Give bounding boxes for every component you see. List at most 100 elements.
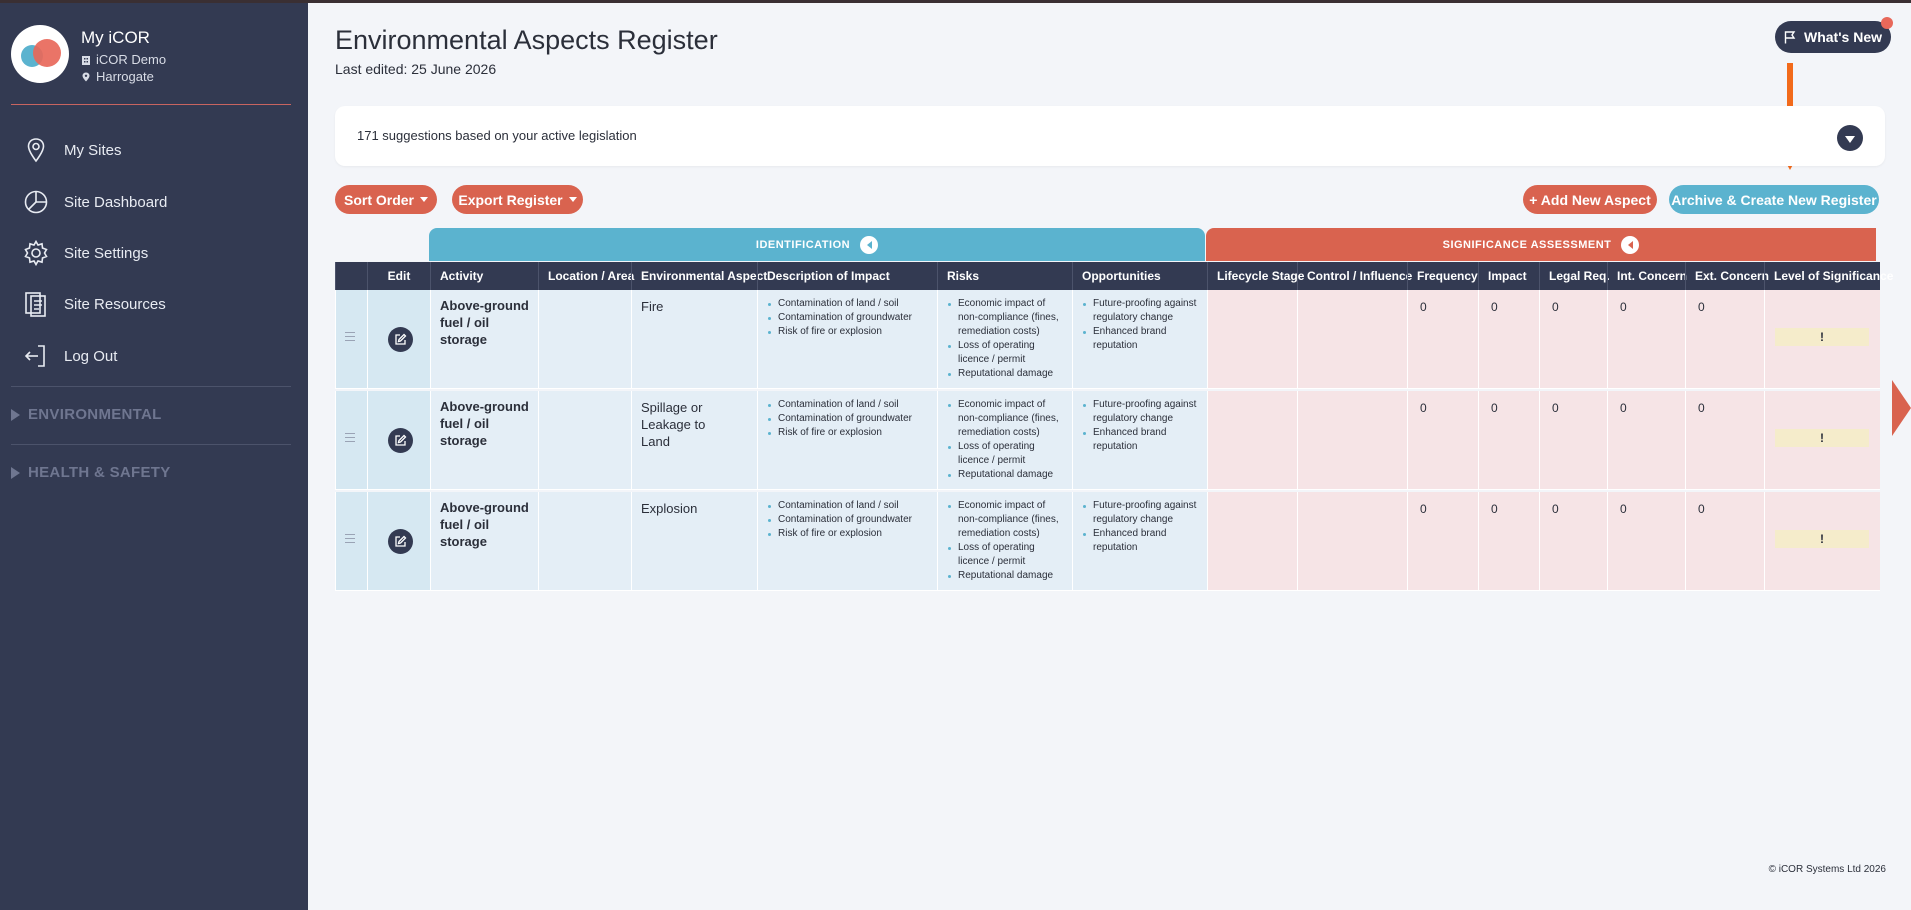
opportunities-list: Future-proofing against regulatory chang… (1083, 297, 1208, 353)
cell-lifecycle (1207, 391, 1297, 490)
cell-aspect: Fire (631, 290, 757, 389)
section-health-safety[interactable]: HEALTH & SAFETY (11, 464, 171, 481)
activity-text: Above-ground fuel / oil storage (440, 399, 529, 448)
cell-legal: 0 (1539, 290, 1607, 389)
whats-new-button[interactable]: What's New (1775, 17, 1893, 53)
edit-row-button[interactable] (388, 529, 413, 554)
sidebar-item-my-sites[interactable]: My Sites (22, 136, 122, 164)
list-item: Contamination of land / soil (768, 297, 938, 311)
drag-handle-icon[interactable] (345, 332, 355, 344)
cell-drag (335, 492, 367, 591)
profile-org: iCOR Demo (96, 52, 167, 67)
column-header-impact_score: Impact (1478, 262, 1539, 290)
cell-lifecycle (1207, 492, 1297, 591)
edit-row-button[interactable] (388, 428, 413, 453)
sidebar-item-log-out[interactable]: Log Out (22, 342, 117, 370)
cell-opportunities: Future-proofing against regulatory chang… (1072, 290, 1207, 389)
ext_concern-score: 0 (1698, 300, 1705, 314)
list-item: Economic impact of non-compliance (fines… (948, 499, 1068, 541)
frequency-score: 0 (1420, 401, 1427, 415)
sidebar-item-site-dashboard[interactable]: Site Dashboard (22, 188, 167, 216)
ext_concern-score: 0 (1698, 502, 1705, 516)
list-item: Contamination of land / soil (768, 499, 938, 513)
risks-list: Economic impact of non-compliance (fines… (948, 297, 1068, 381)
table-header: Edit Activity Location / Area Environmental… (335, 262, 1893, 290)
cell-activity: Above-ground fuel / oil storage (430, 492, 538, 591)
sidebar-item-site-resources[interactable]: Site Resources (22, 290, 166, 318)
list-item: Economic impact of non-compliance (fines… (948, 297, 1068, 339)
cell-impact_score: 0 (1478, 492, 1539, 591)
cell-location (538, 391, 631, 490)
cell-int_concern: 0 (1607, 290, 1685, 389)
impact_score-score: 0 (1491, 300, 1498, 314)
table-row[interactable]: Above-ground fuel / oil storage Spillage … (335, 391, 1880, 490)
cell-location (538, 290, 631, 389)
caret-down-icon (568, 197, 577, 202)
list-item: Reputational damage (948, 569, 1068, 583)
drag-handle-icon[interactable] (345, 534, 355, 546)
list-item: Contamination of groundwater (768, 513, 938, 527)
company-logo (11, 25, 69, 83)
activity-text: Above-ground fuel / oil storage (440, 298, 529, 347)
section-environmental[interactable]: ENVIRONMENTAL (11, 406, 162, 423)
impact_score-score: 0 (1491, 401, 1498, 415)
group-significance: SIGNIFICANCE ASSESSMENT (1206, 228, 1876, 261)
export-register-button[interactable]: Export Register (452, 185, 583, 214)
opportunities-list: Future-proofing against regulatory chang… (1083, 499, 1208, 555)
aspect-text: Fire (641, 299, 664, 314)
table-body: Above-ground fuel / oil storage Fire Conta… (335, 290, 1880, 593)
risks-list: Economic impact of non-compliance (fines… (948, 398, 1068, 482)
cell-impact: Contamination of land / soil Contaminatio… (757, 391, 937, 490)
aspect-text: Explosion (641, 501, 698, 516)
cell-impact_score: 0 (1478, 290, 1539, 389)
list-item: Reputational damage (948, 367, 1068, 381)
sidebar-divider (11, 104, 291, 105)
cell-edit (367, 492, 430, 591)
list-item: Contamination of groundwater (768, 311, 938, 325)
column-header-impact: Description of Impact (757, 262, 937, 290)
list-item: Contamination of land / soil (768, 398, 938, 412)
cell-control (1297, 492, 1407, 591)
cell-risks: Economic impact of non-compliance (fines… (937, 492, 1072, 591)
column-header-opportunities: Opportunities (1072, 262, 1207, 290)
edit-icon (395, 434, 407, 446)
column-header-aspect: Environmental Aspect (631, 262, 767, 290)
archive-create-register-button[interactable]: Archive & Create New Register (1669, 185, 1879, 214)
cell-drag (335, 391, 367, 490)
impact_score-score: 0 (1491, 502, 1498, 516)
collapse-chevron-icon[interactable] (860, 235, 879, 254)
profile[interactable]: My iCOR iCOR Demo Harrogate (11, 25, 166, 84)
cell-significance: ! (1764, 492, 1880, 591)
legal-score: 0 (1552, 502, 1559, 516)
int_concern-score: 0 (1620, 502, 1627, 516)
location-pin-icon (82, 72, 90, 81)
cell-control (1297, 290, 1407, 389)
suggestions-panel[interactable]: 171 suggestions based on your active leg… (335, 106, 1885, 166)
chevron-down-icon (1845, 135, 1855, 143)
column-header-edit: Edit (367, 262, 430, 290)
drag-handle-icon[interactable] (345, 433, 355, 445)
expand-triangle-icon (11, 466, 20, 479)
expand-toggle-button[interactable] (1837, 125, 1863, 151)
list-item: Loss of operating licence / permit (948, 339, 1068, 367)
collapse-chevron-icon[interactable] (1621, 235, 1640, 254)
cell-significance: ! (1764, 290, 1880, 389)
add-new-aspect-button[interactable]: + Add New Aspect (1523, 185, 1657, 214)
building-icon (82, 55, 90, 65)
cell-int_concern: 0 (1607, 492, 1685, 591)
column-header-ext_concern: Ext. Concern (1685, 262, 1769, 290)
scroll-right-arrow-icon[interactable] (1892, 380, 1911, 436)
table-row[interactable]: Above-ground fuel / oil storage Fire Conta… (335, 290, 1880, 389)
sort-order-button[interactable]: Sort Order (335, 185, 437, 214)
list-item: Risk of fire or explosion (768, 426, 938, 440)
cell-frequency: 0 (1407, 492, 1478, 591)
cell-aspect: Explosion (631, 492, 757, 591)
edit-row-button[interactable] (388, 327, 413, 352)
footer-copyright: © iCOR Systems Ltd 2026 (1768, 864, 1886, 875)
cell-activity: Above-ground fuel / oil storage (430, 391, 538, 490)
last-edited: Last edited: 25 June 2026 (335, 61, 497, 77)
table-row[interactable]: Above-ground fuel / oil storage Explosion… (335, 492, 1880, 591)
sidebar-item-site-settings[interactable]: Site Settings (22, 239, 148, 267)
significance-flag: ! (1775, 530, 1869, 548)
flag-icon (1784, 30, 1796, 43)
